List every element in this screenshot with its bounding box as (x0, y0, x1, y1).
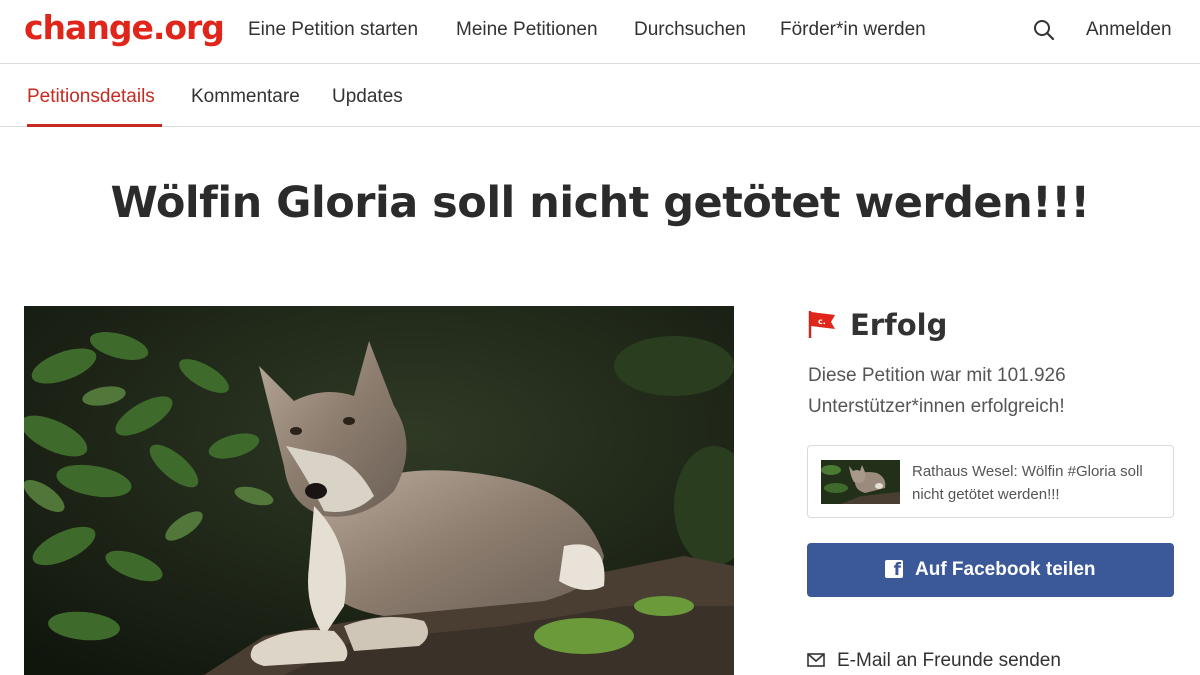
facebook-share-label: Auf Facebook teilen (915, 559, 1096, 580)
tab-updates[interactable]: Updates (332, 86, 403, 108)
facebook-icon: f (885, 560, 903, 579)
logo[interactable]: change.org (24, 8, 225, 47)
nav-my-petitions[interactable]: Meine Petitionen (456, 19, 598, 41)
petition-title: Wölfin Gloria soll nicht getötet werden!… (110, 178, 1090, 228)
flag-icon: c. (808, 311, 835, 338)
share-card-text: Rathaus Wesel: Wölfin #Gloria soll nicht… (912, 463, 1143, 503)
petition-tabs: Petitionsdetails Kommentare Updates (0, 64, 1200, 127)
tab-petition-details[interactable]: Petitionsdetails (27, 86, 155, 108)
petition-image (24, 306, 734, 675)
facebook-share-button[interactable]: f Auf Facebook teilen (807, 543, 1174, 597)
active-tab-indicator (27, 124, 162, 127)
tab-comments[interactable]: Kommentare (191, 86, 300, 108)
email-friends-link[interactable]: E-Mail an Freunde senden (837, 650, 1061, 672)
search-icon[interactable] (1032, 18, 1056, 42)
success-message: Diese Petition war mit 101.926 Unterstüt… (808, 365, 1066, 417)
nav-start-petition[interactable]: Eine Petition starten (248, 19, 418, 41)
nav-browse[interactable]: Durchsuchen (634, 19, 746, 41)
nav-become-member[interactable]: Förder*in werden (780, 19, 926, 41)
top-nav: change.org Eine Petition starten Meine P… (0, 0, 1200, 64)
status-label: Erfolg (850, 308, 948, 342)
svg-text:c.: c. (818, 317, 826, 326)
mail-icon (807, 653, 825, 667)
login-link[interactable]: Anmelden (1086, 19, 1172, 41)
wolf-photo (24, 306, 734, 675)
share-preview-card[interactable]: Rathaus Wesel: Wölfin #Gloria soll nicht… (807, 445, 1174, 518)
share-thumbnail (821, 460, 900, 504)
